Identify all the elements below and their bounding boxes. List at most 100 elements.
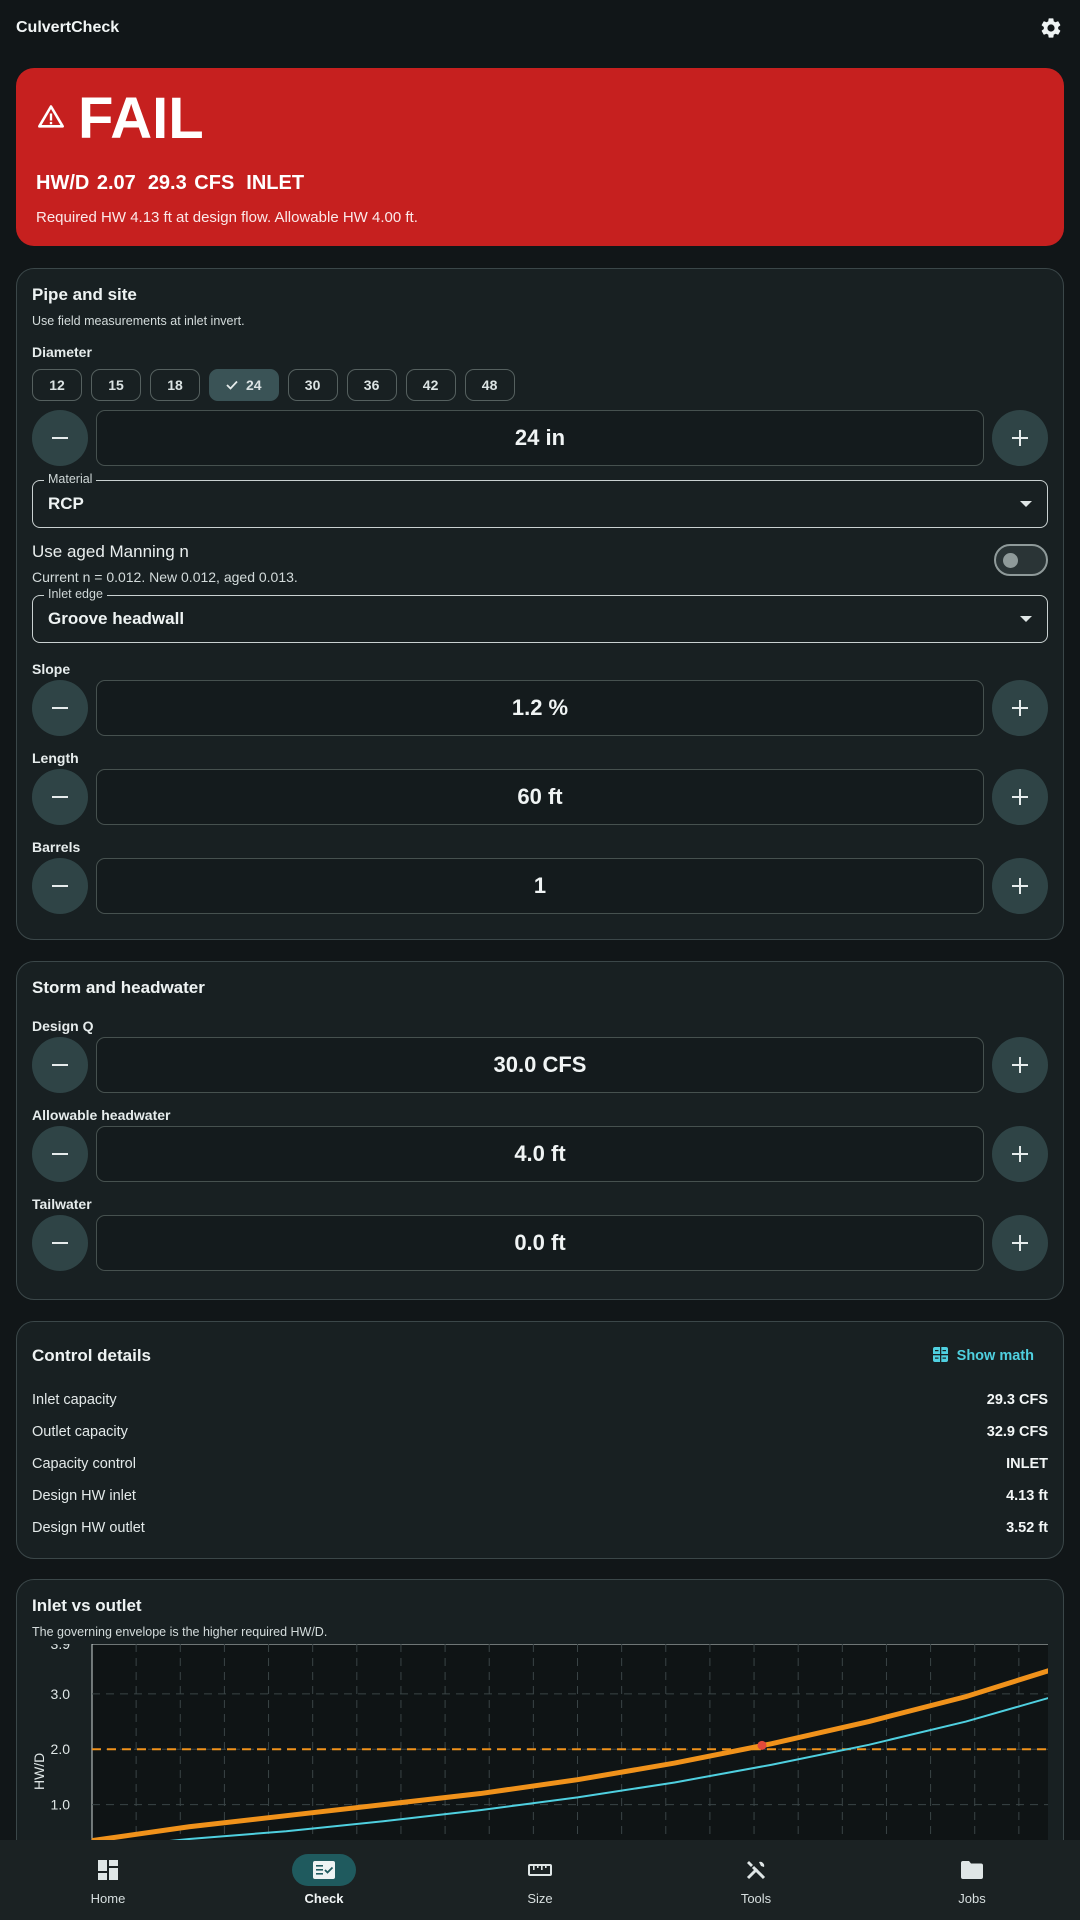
material-select[interactable]: Material RCP bbox=[32, 472, 1048, 528]
gear-icon[interactable] bbox=[1038, 15, 1064, 41]
diameter-chip-24[interactable]: 24 bbox=[209, 369, 279, 401]
pipe-site-card: Pipe and site Use field measurements at … bbox=[16, 268, 1064, 940]
allowable-headwater-stepper: 4.0 ft bbox=[32, 1126, 1048, 1182]
result-banner: FAIL HW/D 2.07 29.3 CFS INLET Required HW … bbox=[16, 68, 1064, 246]
tailwater-stepper: 0.0 ft bbox=[32, 1215, 1048, 1271]
storm-headwater-card: Storm and headwater Design Q 30.0 CFS Al… bbox=[16, 961, 1064, 1300]
dashboard-icon bbox=[76, 1854, 140, 1886]
diameter-chip-30[interactable]: 30 bbox=[287, 369, 338, 401]
chip-label: 15 bbox=[108, 377, 124, 393]
diameter-value[interactable]: 24 in bbox=[96, 410, 984, 466]
nav-check[interactable]: Check bbox=[249, 1854, 399, 1906]
detail-row: Capacity control INLET bbox=[32, 1448, 1048, 1480]
nav-tools[interactable]: Tools bbox=[681, 1854, 831, 1906]
nav-label: Tools bbox=[740, 1891, 772, 1906]
dropdown-arrow-icon bbox=[1020, 616, 1032, 622]
chip-label: 36 bbox=[363, 377, 380, 393]
detail-key: Design HW outlet bbox=[32, 1520, 145, 1536]
detail-row: Outlet capacity 32.9 CFS bbox=[32, 1416, 1048, 1448]
decrement-button[interactable] bbox=[32, 680, 88, 736]
card-title: Storm and headwater bbox=[32, 978, 205, 997]
chip-label: 48 bbox=[481, 377, 498, 393]
detail-value: 32.9 CFS bbox=[986, 1424, 1048, 1440]
length-label: Length bbox=[32, 750, 79, 766]
control-details-card: Control details Show math Inlet capacity… bbox=[16, 1321, 1064, 1559]
hwd-chart: 3.9 3.0 2.0 1.0 HW/D bbox=[32, 1644, 1048, 1844]
barrels-label: Barrels bbox=[32, 839, 81, 855]
slope-stepper: 1.2 % bbox=[32, 680, 1048, 736]
result-flow: 29.3 CFS bbox=[147, 172, 235, 194]
decrement-button[interactable] bbox=[32, 1126, 88, 1182]
increment-button[interactable] bbox=[992, 1037, 1048, 1093]
result-metrics: HW/D 2.07 29.3 CFS INLET bbox=[36, 172, 1044, 195]
y-tick-label: 2.0 bbox=[51, 1741, 71, 1757]
increment-button[interactable] bbox=[992, 1126, 1048, 1182]
tailwater-value[interactable]: 0.0 ft bbox=[96, 1215, 984, 1271]
design-q-label: Design Q bbox=[32, 1018, 94, 1034]
inlet-edge-label: Inlet edge bbox=[44, 587, 107, 601]
folder-icon bbox=[940, 1854, 1004, 1886]
y-tick-label: 3.9 bbox=[51, 1644, 71, 1652]
tailwater-label: Tailwater bbox=[32, 1196, 92, 1212]
barrels-value[interactable]: 1 bbox=[96, 858, 984, 914]
chip-label: 18 bbox=[167, 377, 183, 393]
check-icon bbox=[226, 377, 238, 393]
card-title: Control details bbox=[32, 1346, 152, 1365]
toggle-knob bbox=[1003, 553, 1018, 568]
design-q-stepper: 30.0 CFS bbox=[32, 1037, 1048, 1093]
design-q-value[interactable]: 30.0 CFS bbox=[96, 1037, 984, 1093]
increment-button[interactable] bbox=[992, 1215, 1048, 1271]
allowable-headwater-label: Allowable headwater bbox=[32, 1107, 171, 1123]
top-app-bar: CulvertCheck bbox=[0, 0, 1080, 56]
nav-home[interactable]: Home bbox=[33, 1854, 183, 1906]
detail-row: Design HW inlet 4.13 ft bbox=[32, 1480, 1048, 1512]
card-title: Pipe and site bbox=[32, 285, 137, 304]
show-math-button[interactable]: Show math bbox=[932, 1346, 1034, 1366]
increment-button[interactable] bbox=[992, 858, 1048, 914]
result-note: Required HW 4.13 ft at design flow. Allo… bbox=[36, 209, 418, 226]
decrement-button[interactable] bbox=[32, 858, 88, 914]
ruler-icon bbox=[508, 1854, 572, 1886]
aged-manning-toggle[interactable] bbox=[994, 544, 1048, 576]
nav-size[interactable]: Size bbox=[465, 1854, 615, 1906]
result-control: INLET bbox=[246, 172, 305, 194]
length-value[interactable]: 60 ft bbox=[96, 769, 984, 825]
material-label: Material bbox=[44, 472, 97, 486]
y-tick-label: 1.0 bbox=[51, 1797, 71, 1813]
card-subtitle: Use field measurements at inlet invert. bbox=[32, 314, 245, 328]
diameter-chip-36[interactable]: 36 bbox=[346, 369, 397, 401]
fact-check-icon bbox=[292, 1854, 356, 1886]
inlet-edge-value: Groove headwall bbox=[48, 609, 185, 628]
decrement-button[interactable] bbox=[32, 1215, 88, 1271]
app-title: CulvertCheck bbox=[16, 19, 120, 36]
nav-label: Home bbox=[90, 1891, 126, 1906]
show-math-label: Show math bbox=[956, 1348, 1034, 1364]
nav-label: Check bbox=[304, 1891, 344, 1906]
diameter-chip-15[interactable]: 15 bbox=[91, 369, 141, 401]
diameter-chip-48[interactable]: 48 bbox=[464, 369, 515, 401]
inlet-edge-select[interactable]: Inlet edge Groove headwall bbox=[32, 587, 1048, 643]
increment-button[interactable] bbox=[992, 769, 1048, 825]
nav-jobs[interactable]: Jobs bbox=[897, 1854, 1047, 1906]
aged-manning-title: Use aged Manning n bbox=[32, 542, 189, 561]
slope-value[interactable]: 1.2 % bbox=[96, 680, 984, 736]
barrels-stepper: 1 bbox=[32, 858, 1048, 914]
design-point bbox=[757, 1740, 767, 1750]
increment-button[interactable] bbox=[992, 680, 1048, 736]
dropdown-arrow-icon bbox=[1020, 501, 1032, 507]
card-title: Inlet vs outlet bbox=[32, 1596, 142, 1615]
decrement-button[interactable] bbox=[32, 769, 88, 825]
card-subtitle: The governing envelope is the higher req… bbox=[32, 1625, 328, 1639]
decrement-button[interactable] bbox=[32, 1037, 88, 1093]
diameter-chip-42[interactable]: 42 bbox=[405, 369, 456, 401]
material-value: RCP bbox=[48, 494, 84, 513]
increment-button[interactable] bbox=[992, 410, 1048, 466]
detail-key: Outlet capacity bbox=[32, 1424, 128, 1440]
bottom-navigation: Home Check Size Tools Jobs bbox=[0, 1840, 1080, 1920]
diameter-chip-12[interactable]: 12 bbox=[32, 369, 82, 401]
detail-key: Capacity control bbox=[32, 1456, 136, 1472]
allowable-headwater-value[interactable]: 4.0 ft bbox=[96, 1126, 984, 1182]
diameter-chips: 12 15 18 24 30 36 42 48 bbox=[32, 369, 1048, 401]
decrement-button[interactable] bbox=[32, 410, 88, 466]
diameter-chip-18[interactable]: 18 bbox=[150, 369, 200, 401]
